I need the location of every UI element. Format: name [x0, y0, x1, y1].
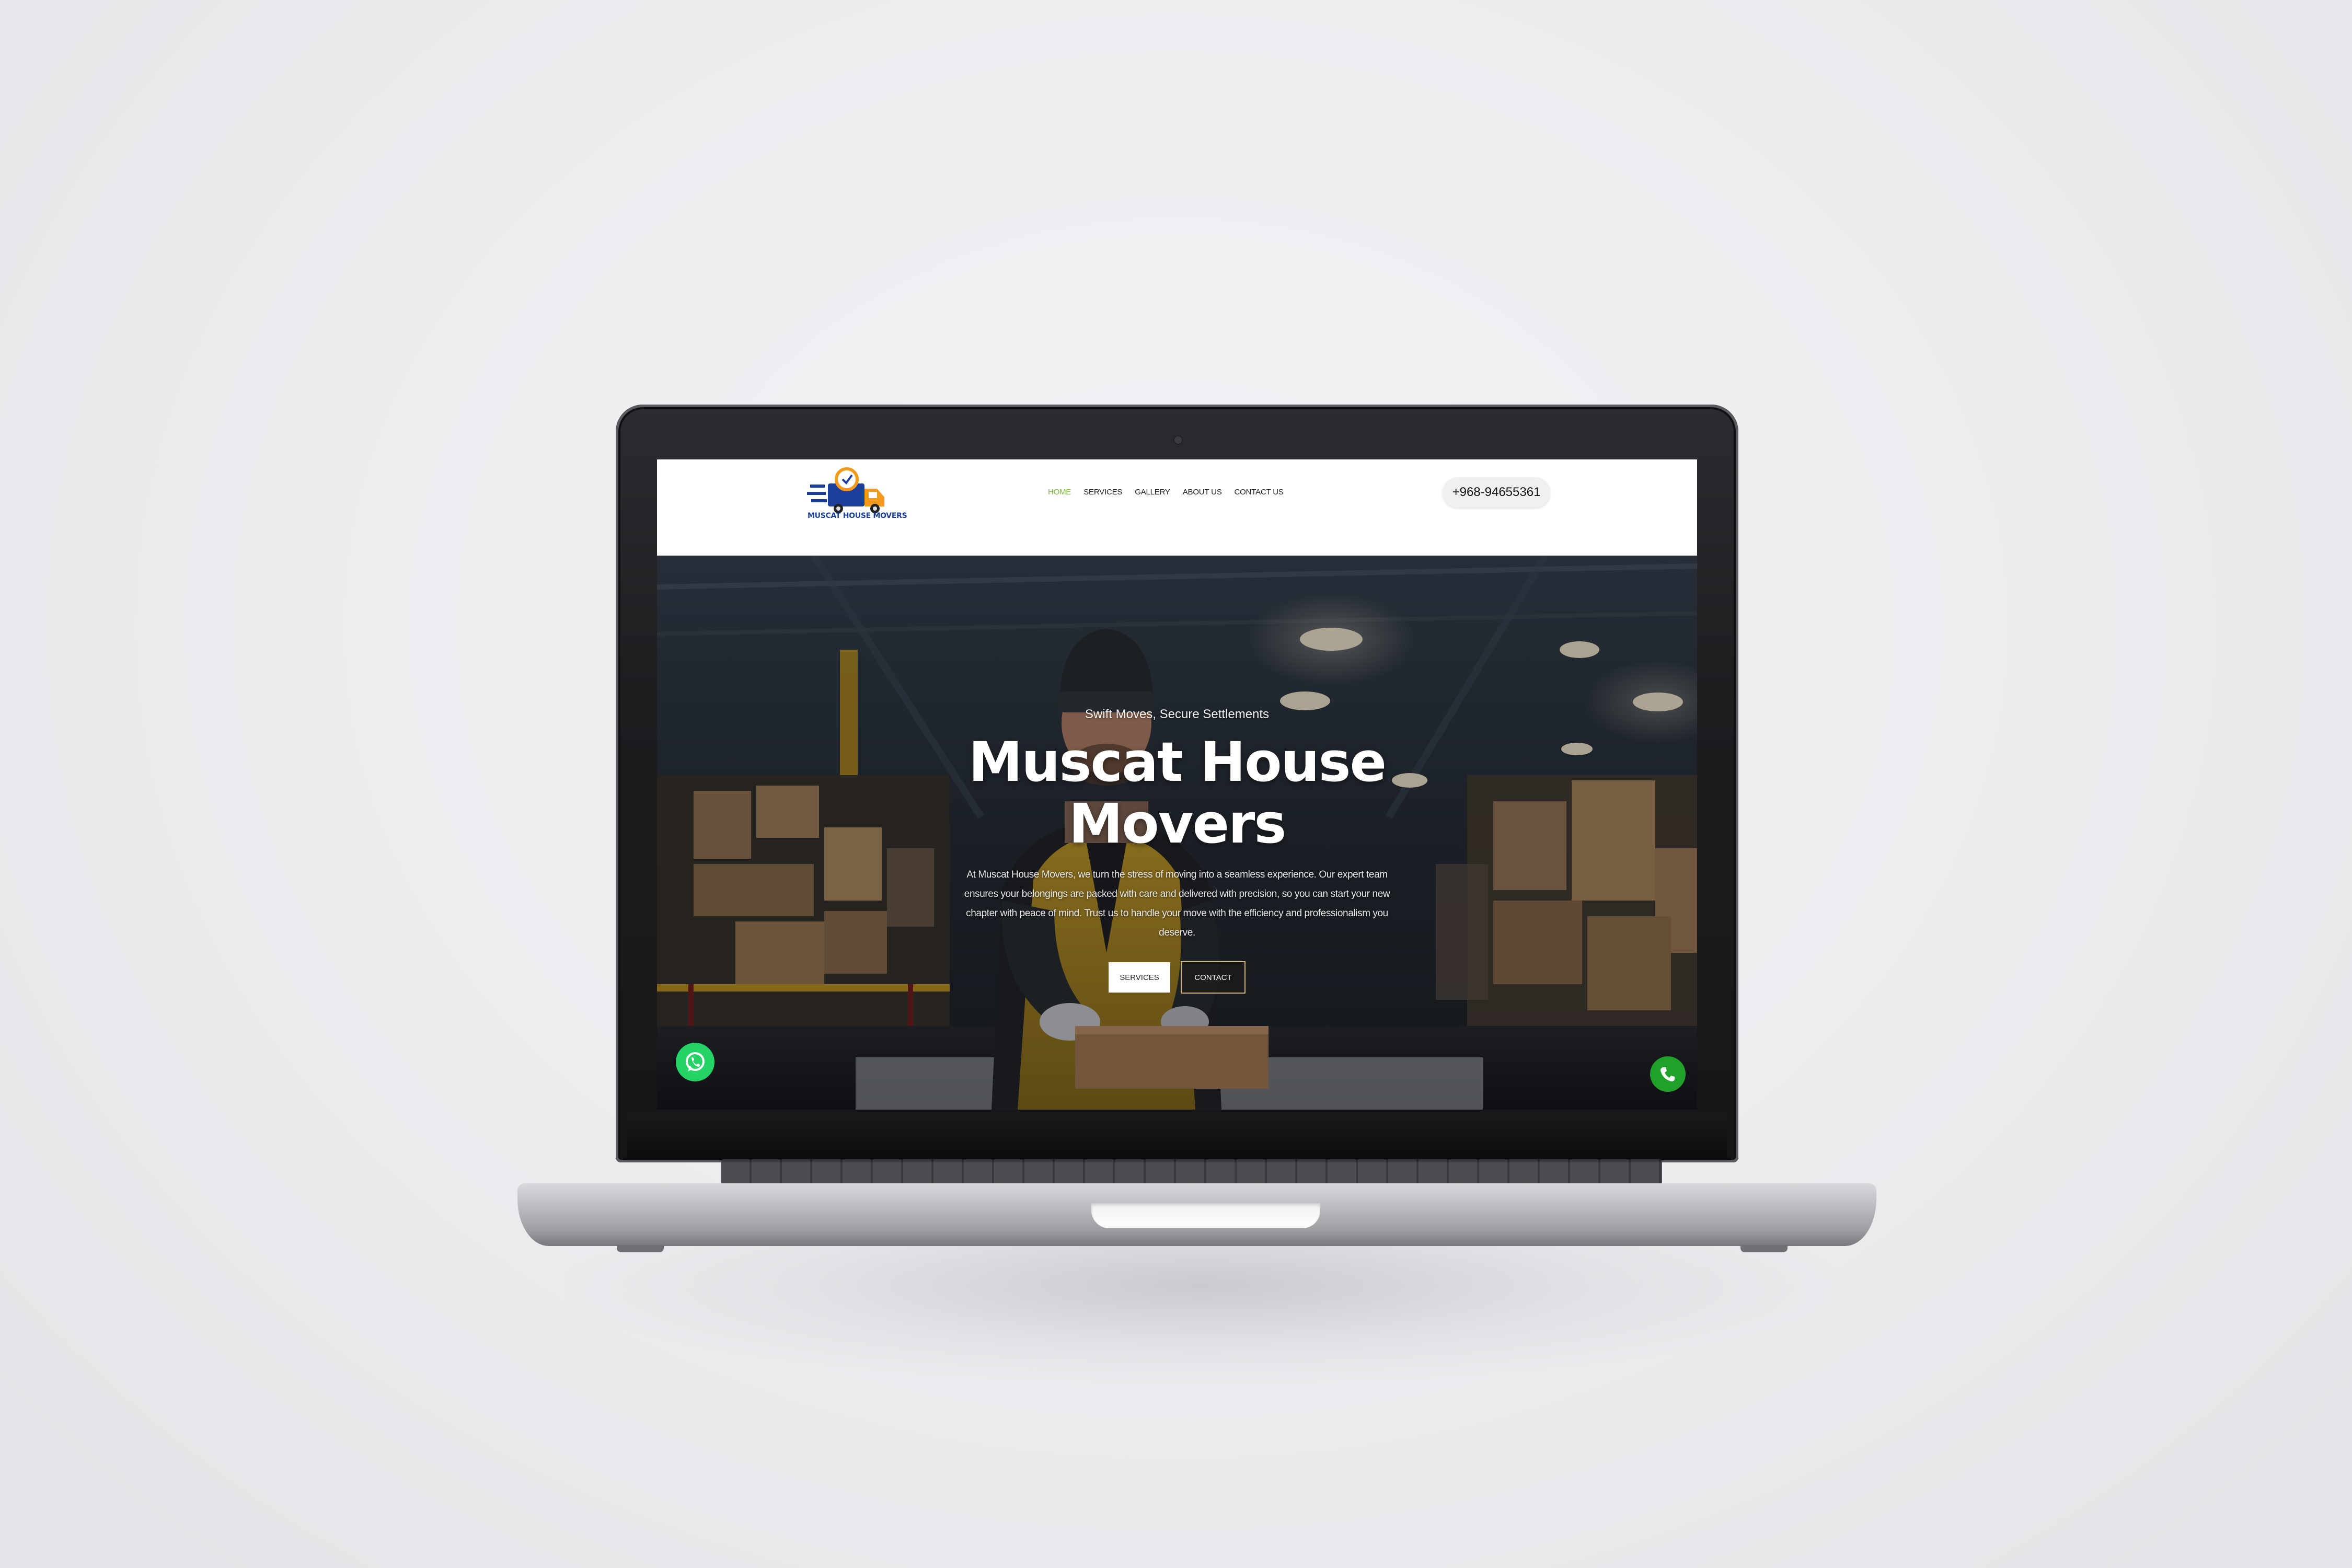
hero-description: At Muscat House Movers, we turn the stre…: [964, 869, 1390, 938]
contact-button[interactable]: CONTACT: [1181, 961, 1246, 994]
hero-section: Swift Moves, Secure Settlements Muscat H…: [657, 556, 1697, 1110]
services-button[interactable]: SERVICES: [1109, 962, 1170, 993]
hero-content: Swift Moves, Secure Settlements Muscat H…: [657, 556, 1697, 1110]
phone-call-icon: [1661, 1067, 1675, 1081]
call-button[interactable]: [1650, 1056, 1686, 1092]
nav-gallery[interactable]: GALLERY: [1135, 488, 1170, 497]
hero-tagline: Swift Moves, Secure Settlements: [1085, 707, 1270, 721]
laptop-screen: MUSCAT HOUSE MOVERS HOME SERVICES GALLER…: [657, 459, 1697, 1110]
keyboard-edge: [721, 1159, 1662, 1184]
nav-services[interactable]: SERVICES: [1083, 488, 1122, 497]
nav-contact-us[interactable]: CONTACT US: [1235, 488, 1284, 497]
hero-title: Muscat House Movers: [657, 731, 1697, 855]
laptop-notch: [1091, 1203, 1320, 1228]
hero-title-line2: Movers: [1068, 792, 1286, 856]
webcam: [1174, 436, 1182, 444]
logo-text: MUSCAT HOUSE MOVERS: [808, 512, 907, 520]
site-header: MUSCAT HOUSE MOVERS HOME SERVICES GALLER…: [657, 459, 1697, 556]
laptop-hinge: [627, 1112, 1727, 1160]
whatsapp-button[interactable]: [676, 1043, 714, 1081]
main-nav: HOME SERVICES GALLERY ABOUT US CONTACT U…: [1048, 488, 1284, 497]
hero-title-line1: Muscat House: [968, 730, 1387, 794]
nav-about-us[interactable]: ABOUT US: [1183, 488, 1222, 497]
nav-home[interactable]: HOME: [1048, 488, 1071, 497]
phone-number-button[interactable]: +968-94655361: [1443, 477, 1550, 508]
laptop-foot-left: [617, 1245, 664, 1252]
laptop-foot-right: [1740, 1245, 1788, 1252]
whatsapp-icon: [686, 1052, 705, 1071]
